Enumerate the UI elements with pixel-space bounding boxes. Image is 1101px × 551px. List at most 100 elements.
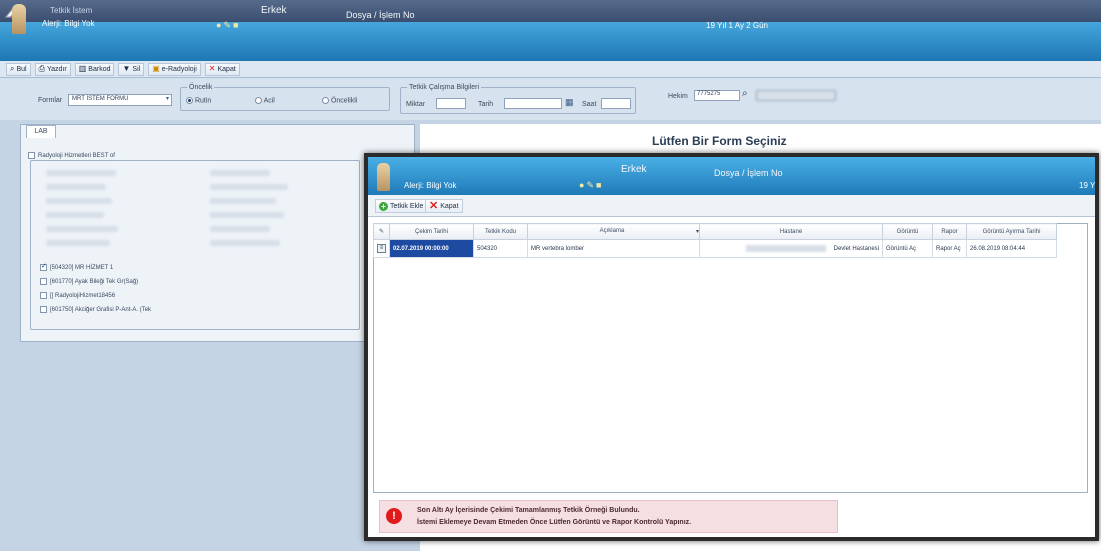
exam-date-cell[interactable]: 02.07.2019 00:00:00 — [389, 239, 474, 258]
blurred-item — [46, 198, 112, 204]
barcode-button[interactable]: ▥ Barkod — [74, 62, 115, 76]
lock-icon[interactable]: ■ — [596, 180, 603, 190]
forms-label: Formlar — [38, 97, 63, 104]
column-header[interactable]: Rapor — [932, 223, 967, 240]
split-date-cell[interactable]: 26.08.2019 08:04:44 — [966, 239, 1057, 258]
hospital-cell[interactable]: Devlet Hastanesi — [699, 239, 883, 258]
dialog-age: 19 Y — [1079, 181, 1096, 190]
window-titlebar: Tetkik İstem — [0, 0, 1101, 22]
close-icon: ✕ — [208, 64, 216, 73]
search-icon: ⌕ — [10, 64, 15, 73]
blurred-item — [210, 226, 270, 232]
blurred-item — [210, 170, 270, 176]
list-item[interactable]: [] RadyolojiHizmet18456 — [40, 292, 115, 299]
pin-column-header[interactable]: ✎ — [373, 223, 390, 240]
priority-group: Öncelik — [180, 84, 390, 111]
edit-icon[interactable]: ✎ — [223, 20, 233, 30]
date-label: Tarih — [478, 101, 494, 108]
close-icon: ✕ — [429, 199, 439, 212]
row-expand-cell[interactable]: ≡ — [373, 239, 390, 258]
doctor-name-field — [756, 90, 836, 101]
radio-urgent[interactable] — [255, 97, 262, 104]
close-button[interactable]: ✕ Kapat — [204, 62, 240, 76]
exam-code-cell[interactable]: 504320 — [473, 239, 528, 258]
item-checkbox[interactable] — [40, 306, 47, 313]
barcode-icon: ▥ — [78, 64, 87, 73]
exam-grid — [373, 223, 1088, 493]
window-title: Tetkik İstem — [50, 6, 93, 15]
list-item[interactable]: [601770] Ayak Bileği Tek Gr(Sağ) — [40, 278, 138, 285]
patient-header — [0, 22, 1101, 61]
dialog-close-button[interactable]: ✕ Kapat — [425, 199, 463, 213]
form-title: Lütfen Bir Form Seçiniz — [652, 134, 787, 148]
print-icon: ⎙ — [38, 64, 46, 73]
column-header[interactable]: Açıklama ▾ — [527, 223, 700, 240]
blurred-item — [210, 198, 276, 204]
item-checkbox[interactable] — [40, 262, 47, 271]
radiology-icon: ▣ — [152, 64, 160, 73]
calendar-icon[interactable]: ▦ — [565, 97, 574, 108]
doctor-code-input[interactable]: 7775275 — [694, 90, 740, 101]
open-report-link[interactable]: Rapor Aç — [932, 239, 967, 258]
radio-routine[interactable] — [186, 97, 193, 104]
dialog-toolbar — [368, 195, 1095, 217]
column-header[interactable]: Görüntü — [882, 223, 933, 240]
blurred-item — [46, 170, 116, 176]
amount-label: Miktar — [406, 101, 426, 108]
doctor-label: Hekim — [668, 93, 688, 100]
table-row[interactable]: ≡ 02.07.2019 00:00:00 504320 MR vertebra… — [373, 239, 1057, 258]
blurred-item — [210, 212, 284, 218]
blurred-hospital-name — [745, 244, 826, 252]
dialog-avatar — [377, 163, 390, 191]
amount-input[interactable] — [436, 98, 466, 109]
main-toolbar: ⌕ Bul ⎙ Yazdır ▥ Barkod ▼ Sil ▣ e-Radyoloji ✕… — [0, 61, 1101, 78]
exam-desc-cell[interactable]: MR vertebra lomber — [527, 239, 700, 258]
column-header[interactable]: Tetkik Kodu — [473, 223, 528, 240]
item-checkbox[interactable] — [40, 292, 47, 299]
blurred-item — [46, 212, 104, 218]
group-radiology[interactable]: Radyoloji Hizmetleri BEST of — [28, 152, 115, 159]
patient-file-label: Dosya / İşlem No — [346, 10, 415, 20]
lock-icon[interactable]: ■ — [233, 20, 240, 30]
open-image-link[interactable]: Görüntü Aç — [882, 239, 933, 258]
time-label: Saat — [582, 101, 597, 108]
blurred-item — [46, 240, 110, 246]
list-item[interactable]: [601750] Akciğer Grafisi P-Ant-A. (Tek — [40, 306, 151, 313]
search-icon[interactable]: ⌕ — [742, 88, 748, 99]
pin-icon: ✎ — [378, 229, 385, 235]
column-header[interactable]: Görüntü Ayırma Tarihi — [966, 223, 1057, 240]
column-header[interactable]: Hastane — [699, 223, 883, 240]
row-detail-icon[interactable]: ≡ — [377, 244, 386, 253]
e-radiology-button[interactable]: ▣ e-Radyoloji — [148, 62, 201, 76]
priority-prior[interactable]: Öncelikli — [322, 97, 357, 104]
radio-prior[interactable] — [322, 97, 329, 104]
tab-lab[interactable]: LAB — [26, 125, 56, 138]
forms-select[interactable]: MRT İSTEM FORMU ▾ — [68, 94, 172, 106]
priority-urgent[interactable]: Acil — [255, 97, 275, 104]
patient-allergy: Alerji: Bilgi Yok — [42, 19, 95, 28]
delete-button[interactable]: ▼ Sil — [118, 62, 145, 76]
edit-icon[interactable]: ✎ — [586, 180, 596, 190]
filter-icon: ▼ — [122, 64, 131, 73]
time-input[interactable] — [601, 98, 631, 109]
patient-avatar — [12, 4, 26, 34]
dialog-status-icons: ●✎■ — [579, 180, 603, 191]
print-button[interactable]: ⎙ Yazdır — [34, 62, 71, 76]
blurred-item — [210, 240, 280, 246]
find-button[interactable]: ⌕ Bul — [6, 62, 31, 76]
blurred-item — [210, 184, 288, 190]
blurred-item — [46, 226, 118, 232]
list-item[interactable]: [504320] MR HİZMET 1 — [40, 262, 113, 271]
item-checkbox[interactable] — [40, 278, 47, 285]
add-icon: + — [379, 201, 388, 211]
blurred-item — [46, 184, 106, 190]
group-checkbox[interactable] — [28, 152, 35, 159]
column-header[interactable]: Çekim Tarihi — [389, 223, 474, 240]
warning-icon: ! — [386, 508, 402, 524]
add-exam-button[interactable]: + Tetkik Ekle — [375, 199, 428, 213]
warning-text: Son Altı Ay İçerisinde Çekimi Tamamlanmı… — [417, 507, 692, 526]
priority-routine[interactable]: Rutin — [186, 97, 211, 104]
dialog-allergy: Alerji: Bilgi Yok — [404, 181, 457, 190]
exam-table: ✎ Çekim Tarihi Tetkik Kodu Açıklama ▾ Ha… — [373, 223, 1057, 258]
date-input[interactable] — [504, 98, 562, 109]
